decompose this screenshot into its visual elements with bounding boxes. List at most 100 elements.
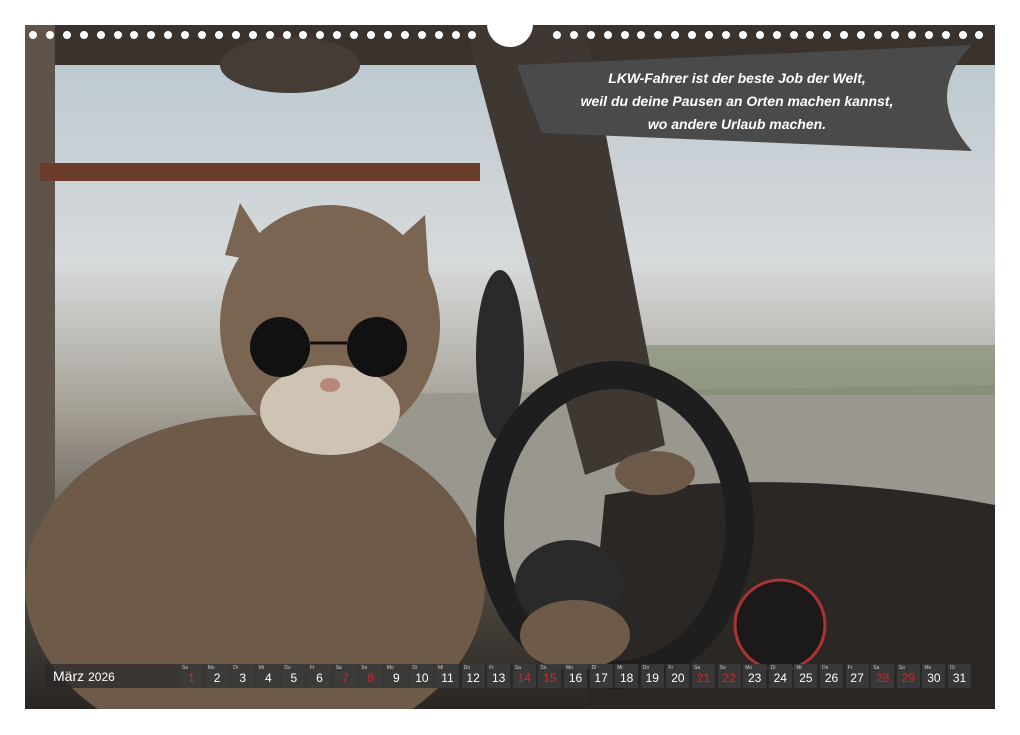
binding-hole [198,31,206,39]
calendar-day: So1 [180,664,203,688]
binding-hole [80,31,88,39]
binding-hole [823,31,831,39]
binding-hole [181,31,189,39]
day-number: 27 [846,671,869,685]
day-number: 8 [359,671,382,685]
binding-hole [114,31,122,39]
calendar-day: Di3 [231,664,254,688]
binding-hole [147,31,155,39]
calendar-day: So29 [897,664,920,688]
day-number: 1 [180,671,203,685]
binding-hole [891,31,899,39]
binding-hole [587,31,595,39]
binding-hole [553,31,561,39]
binding-hole [722,31,730,39]
calendar-day: Di10 [410,664,433,688]
cat-paw-upper [615,451,695,495]
binding-hole [857,31,865,39]
quote-line-3: wo andere Urlaub machen. [547,113,927,136]
binding-hole [604,31,612,39]
day-number: 10 [410,671,433,685]
calendar-day: So22 [718,664,741,688]
year: 2026 [88,670,115,684]
day-number: 31 [948,671,971,685]
speedometer [735,580,825,670]
binding-hole [705,31,713,39]
binding-hole [418,31,426,39]
binding-hole [63,31,71,39]
binding-hole [283,31,291,39]
binding-hole [249,31,257,39]
binding-hole [130,31,138,39]
day-number: 21 [692,671,715,685]
binding-hole [654,31,662,39]
calendar-day: Do19 [641,664,664,688]
binding-hole [637,31,645,39]
calendar-day: Do26 [820,664,843,688]
day-number: 16 [564,671,587,685]
day-number: 17 [590,671,613,685]
day-number: 2 [206,671,229,685]
calendar-day: Mi25 [794,664,817,688]
calendar-day: Fr13 [487,664,510,688]
calendar-day: So8 [359,664,382,688]
binding-hole [756,31,764,39]
binding-hole [46,31,54,39]
day-number: 6 [308,671,331,685]
calendar-day: Di24 [769,664,792,688]
calendar-day: Mi18 [615,664,638,688]
calendar-day: Mo16 [564,664,587,688]
binding-hole [350,31,358,39]
binding-hole [959,31,967,39]
calendar-day: Fr6 [308,664,331,688]
binding-hole [29,31,37,39]
binding-hole [401,31,409,39]
binding-hole [97,31,105,39]
day-number: 18 [615,671,638,685]
binding-hole [299,31,307,39]
day-number: 28 [871,671,894,685]
binding-hole [333,31,341,39]
binding-hole [975,31,983,39]
binding-hole [215,31,223,39]
day-number: 29 [897,671,920,685]
binding-hole [806,31,814,39]
calendar-day: Mo30 [922,664,945,688]
binding-hole [452,31,460,39]
quote-line-1: LKW-Fahrer ist der beste Job der Welt, [547,67,927,90]
day-number: 19 [641,671,664,685]
binding-hole [942,31,950,39]
quote-line-2: weil du deine Pausen an Orten machen kan… [547,90,927,113]
binding-hole [621,31,629,39]
calendar-day: Di31 [948,664,971,688]
wire-binding [25,25,995,47]
binding-hole [671,31,679,39]
binding-hole [773,31,781,39]
day-number: 12 [462,671,485,685]
binding-hole [316,31,324,39]
calendar-day: Mo2 [206,664,229,688]
binding-hole [232,31,240,39]
quote-text: LKW-Fahrer ist der beste Job der Welt, w… [547,67,927,136]
sunglasses-right [347,317,407,377]
sunglasses-left [250,317,310,377]
binding-hole [164,31,172,39]
day-number: 14 [513,671,536,685]
cat-nose [320,378,340,392]
day-number: 24 [769,671,792,685]
calendar-day: Fr20 [666,664,689,688]
calendar-day: Mi11 [436,664,459,688]
calendar-day: Do12 [462,664,485,688]
window-rail [40,163,480,181]
day-number: 26 [820,671,843,685]
day-number: 13 [487,671,510,685]
day-number: 3 [231,671,254,685]
calendar-day: Sa21 [692,664,715,688]
calendar-day: Di17 [590,664,613,688]
day-number: 9 [385,671,408,685]
day-number: 4 [257,671,280,685]
binding-hole [435,31,443,39]
quote-banner: LKW-Fahrer ist der beste Job der Welt, w… [517,45,972,151]
binding-hole [266,31,274,39]
calendar-day: Fr27 [846,664,869,688]
